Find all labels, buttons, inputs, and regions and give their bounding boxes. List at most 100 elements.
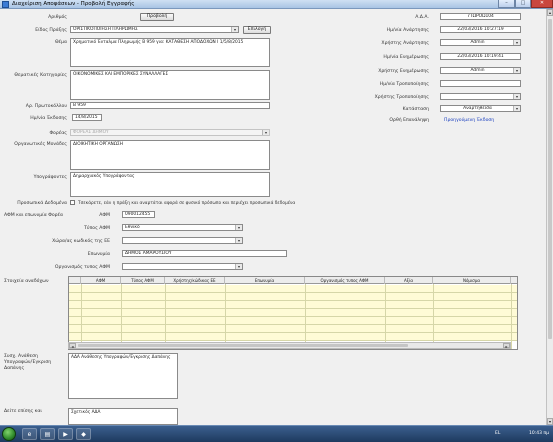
table-row[interactable] [69,301,517,309]
scroll-thumb[interactable] [78,344,408,347]
body-select: ΦΟΡΕΑΣ ΔΗΜΟΥ ▾ [70,129,270,136]
subject-label: Θέμα [54,40,67,45]
media-icon[interactable]: ▶ [58,428,73,440]
modified-user-select[interactable]: ▾ [440,93,521,100]
vertical-scrollbar[interactable]: ▴ ▾ [546,9,553,425]
grid-divider [385,284,386,349]
chevron-down-icon: ▾ [231,27,238,32]
grid-divider [81,284,82,349]
modified-date-label: Ημ/νία Τροποποίησης [379,82,429,87]
table-row[interactable] [69,285,517,293]
modified-user-label: Χρήστης Τροποποίησης [374,95,429,100]
select-button[interactable]: Επιλογή [243,26,271,34]
afm-label: ΑΦΜ [99,213,110,218]
scroll-thumb[interactable] [548,19,552,339]
personal-data-text: Τσεκάρετε, εάν η πράξη και αναρτάται αφο… [78,201,296,206]
grid-col-org[interactable]: Οργανισμός τυπος ΑΦΜ [305,277,385,284]
correct-label: Ορθή Επανάληψη [389,118,429,123]
grid-col-afm-type[interactable]: Τύπος ΑΦΜ [121,277,165,284]
org-type-select[interactable]: ▾ [122,263,243,270]
grid-horizontal-scrollbar[interactable]: ◂ ▸ [68,342,511,349]
close-button[interactable]: ✕ [531,0,553,8]
folder-icon[interactable]: ▤ [40,428,55,440]
grid-divider [433,284,434,349]
category-label: Θεματικές Κατηγορίες [14,73,67,78]
type-label: Είδος Πράξης [35,28,67,33]
previous-version-link[interactable]: Προηγούμενη Έκδοση [444,118,494,123]
grid-col-afm[interactable]: ΑΦΜ [81,277,121,284]
table-row[interactable] [69,293,517,301]
grid-divider [121,284,122,349]
grid-col-name[interactable]: Επωνυμία [225,277,305,284]
issue-date-input[interactable]: 14/8/2015 [72,114,102,121]
table-row[interactable] [69,325,517,333]
maximize-button[interactable]: □ [515,0,531,8]
table-row[interactable] [69,317,517,325]
ada-input[interactable]: 7ΤΩΡΟΩ104 [440,13,521,20]
updated-date-input[interactable]: 22/03/2016 10:19:41 [440,53,521,60]
eu-country-select[interactable]: ▾ [122,237,243,244]
contractors-label: Στοιχεία αναδόχων [4,279,49,284]
personal-data-checkbox[interactable] [70,200,75,205]
ie-icon[interactable]: e [22,428,37,440]
issue-date-label: Ημ/νία Έκδοσης [30,116,67,121]
afm-type-select[interactable]: Εθνικό ▾ [122,224,243,231]
language-indicator[interactable]: EL [495,431,500,437]
protocol-input[interactable]: Β 959 [70,102,270,109]
status-label: Κατάσταση [402,107,429,112]
chevron-down-icon: ▾ [235,225,242,230]
status-select[interactable]: Αναρτηθείσα ▾ [440,105,521,112]
minimize-button[interactable]: – [498,0,515,8]
exec-textarea[interactable]: ΑΔΑ Ανάθεσης Υπογραφών/Έγκρισης Δαπάνης [68,353,178,399]
start-button[interactable] [2,427,16,441]
grid-divider [511,284,512,349]
subject-textarea[interactable]: Χρηματικό Ένταλμα Πληρωμής Β 959 για: ΚΑ… [70,38,270,67]
category-textarea[interactable]: ΟΙΚΟΝΟΜΙΚΕΣ ΚΑΙ ΕΜΠΟΡΙΚΕΣ ΣΥΝΑΛΛΑΓΕΣ [70,70,270,100]
eu-country-label: Χώρα/ας κωδικός της ΕΕ [52,239,110,244]
grid-col-currency[interactable]: Νόμισμα [433,277,511,284]
scroll-down-icon[interactable]: ▾ [547,418,553,425]
scroll-left-icon[interactable]: ◂ [69,343,76,349]
view-button[interactable]: Προβολή [140,13,174,21]
updated-user-select[interactable]: Admin ▾ [440,67,521,74]
scroll-up-icon[interactable]: ▴ [547,9,553,16]
chevron-down-icon: ▾ [235,238,242,243]
chevron-down-icon: ▾ [513,68,520,73]
created-user-label: Χρήστης Ανάρτησης [381,41,429,46]
name-input[interactable]: ΔΗΜΟΣ ΑΜΑΡΟΥΣΙΟΥ [122,250,287,257]
app-icon [2,1,9,8]
org-units-textarea[interactable]: ΔΙΟΙΚΗΤΙΚΗ ΟΡΓΑΝΩΣΗ [70,140,270,170]
signers-textarea[interactable]: Δημαρχιακός Υπογράφοντας [70,172,270,197]
grid-col-value[interactable]: Αξία [385,277,433,284]
grid-col-eu[interactable]: Χρήστης/κώδικας ΕΕ [165,277,225,284]
chevron-down-icon: ▾ [235,264,242,269]
signers-label: Υπογράφοντες [33,175,67,180]
app-taskbar-icon[interactable]: ◆ [76,428,91,440]
created-date-label: Ημ/νία Ανάρτησης [386,28,429,33]
created-user-select[interactable]: Admin ▾ [440,39,521,46]
contractors-grid[interactable]: ΑΦΜ Τύπος ΑΦΜ Χρήστης/κώδικας ΕΕ Επωνυμί… [68,276,518,350]
type-select[interactable]: ΟΡΙΣΤΙΚΟΠΟΙΗΣΗ ΠΛΗΡΩΜΗΣ ▾ [70,26,239,33]
table-row[interactable] [69,333,517,341]
chevron-down-icon: ▾ [513,94,520,99]
grid-header: ΑΦΜ Τύπος ΑΦΜ Χρήστης/κώδικας ΕΕ Επωνυμί… [69,277,517,284]
grid-divider [305,284,306,349]
name-label: Επωνυμία [87,252,110,257]
modified-date-input[interactable] [440,80,521,87]
created-date-input[interactable]: 22/03/2016 10:27:19 [440,26,521,33]
chevron-down-icon: ▾ [513,40,520,45]
grid-divider [225,284,226,349]
afm-type-label: Τύπος ΑΦΜ [84,226,110,231]
grid-divider [165,284,166,349]
window-title: Διαχείριση Αποφάσεων - Προβολή Εγγραφής [12,1,135,7]
updated-user-label: Χρήστης Ενημέρωσης [378,69,429,74]
clock[interactable]: 10:43 πμ [529,431,549,436]
org-units-label: Οργανωτικές Μονάδες [14,142,67,147]
org-type-label: Οργανισμός τυπος ΑΦΜ [54,265,110,270]
scroll-right-icon[interactable]: ▸ [503,343,510,349]
table-row[interactable] [69,309,517,317]
exec-label: Συσχ. Ανάθεση Υπογραφών/Έγκριση Δαπάνης [4,354,52,371]
chevron-down-icon: ▾ [262,130,269,135]
afm-input[interactable]: 090012455 [122,211,155,218]
see-also-textarea[interactable]: Σχετικός ΑΔΑ [68,408,178,425]
